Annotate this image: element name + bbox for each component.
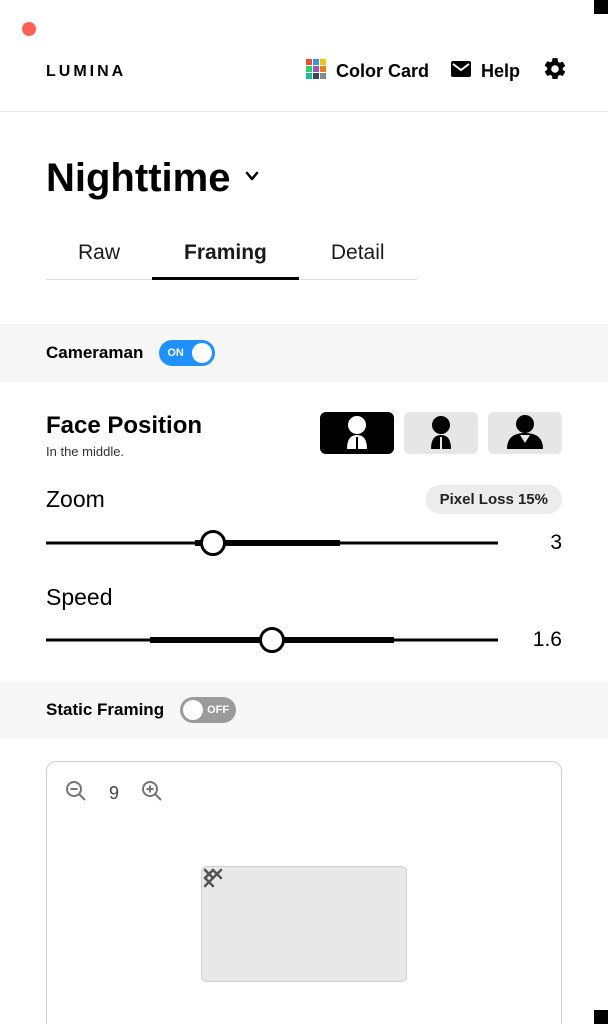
preview-zoom-level: 9 [109, 783, 119, 804]
static-framing-toggle[interactable]: OFF [180, 697, 236, 723]
static-framing-label: Static Framing [46, 700, 164, 720]
toggle-on-label: ON [167, 347, 184, 359]
zoom-in-icon [141, 789, 163, 806]
face-position-option-bust[interactable] [488, 412, 562, 454]
help-button[interactable]: Help [451, 61, 520, 82]
gear-icon [542, 69, 568, 86]
tabs: Raw Framing Detail [0, 229, 608, 280]
zoom-slider[interactable] [46, 528, 498, 558]
toggle-off-label: OFF [207, 704, 229, 716]
corner-decoration [594, 1010, 608, 1024]
window-close-dot[interactable] [22, 22, 36, 41]
tab-raw[interactable]: Raw [46, 229, 152, 280]
zoom-label: Zoom [46, 486, 105, 513]
speed-slider[interactable] [46, 625, 498, 655]
person-bust-icon [503, 413, 547, 454]
face-position-title: Face Position [46, 412, 202, 440]
cameraman-section: Cameraman ON [0, 324, 608, 382]
speed-value: 1.6 [528, 628, 562, 652]
tab-detail[interactable]: Detail [299, 229, 417, 280]
brand-logo: LUMINA [46, 63, 126, 81]
zoom-value: 3 [528, 531, 562, 555]
direction-pad [201, 866, 407, 982]
chevron-down-icon [244, 167, 260, 189]
tab-framing[interactable]: Framing [152, 229, 299, 280]
face-position-option-center[interactable] [320, 412, 394, 454]
pixel-loss-badge: Pixel Loss 15% [426, 485, 562, 514]
color-grid-icon [306, 59, 326, 84]
cameraman-label: Cameraman [46, 343, 143, 363]
page-title: Nighttime [46, 156, 230, 201]
corner-decoration [594, 0, 608, 14]
color-card-label: Color Card [336, 61, 429, 82]
preview-canvas: 9 [46, 761, 562, 1024]
zoom-in-button[interactable] [141, 780, 163, 807]
mail-icon [451, 61, 471, 82]
face-position-option-upper[interactable] [404, 412, 478, 454]
speed-label: Speed [46, 584, 113, 611]
color-card-button[interactable]: Color Card [306, 59, 429, 84]
zoom-out-icon [65, 789, 87, 806]
title-dropdown[interactable] [244, 167, 260, 190]
person-icon [338, 413, 376, 454]
face-position-subtitle: In the middle. [46, 444, 202, 459]
static-framing-section: Static Framing OFF [0, 681, 608, 739]
settings-button[interactable] [542, 56, 568, 87]
zoom-out-button[interactable] [65, 780, 87, 807]
help-label: Help [481, 61, 520, 82]
person-icon [422, 413, 460, 454]
cameraman-toggle[interactable]: ON [159, 340, 215, 366]
